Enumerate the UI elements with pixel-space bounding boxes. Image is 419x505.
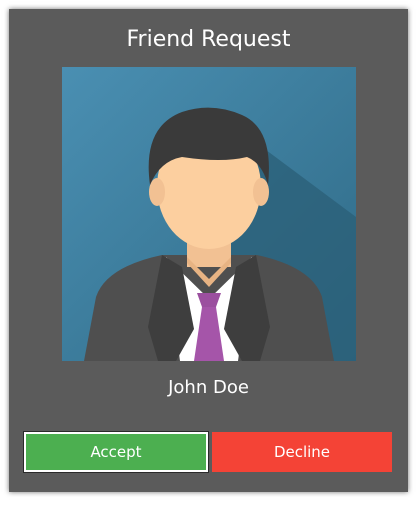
accept-button[interactable]: Accept [23, 431, 209, 473]
avatar [62, 67, 356, 361]
friend-request-dialog: Friend Request John Doe Accept Decline [9, 9, 408, 492]
decline-button[interactable]: Decline [212, 432, 392, 472]
dialog-title: Friend Request [126, 27, 291, 52]
user-avatar-icon [62, 67, 356, 361]
friend-name: John Doe [168, 377, 249, 398]
